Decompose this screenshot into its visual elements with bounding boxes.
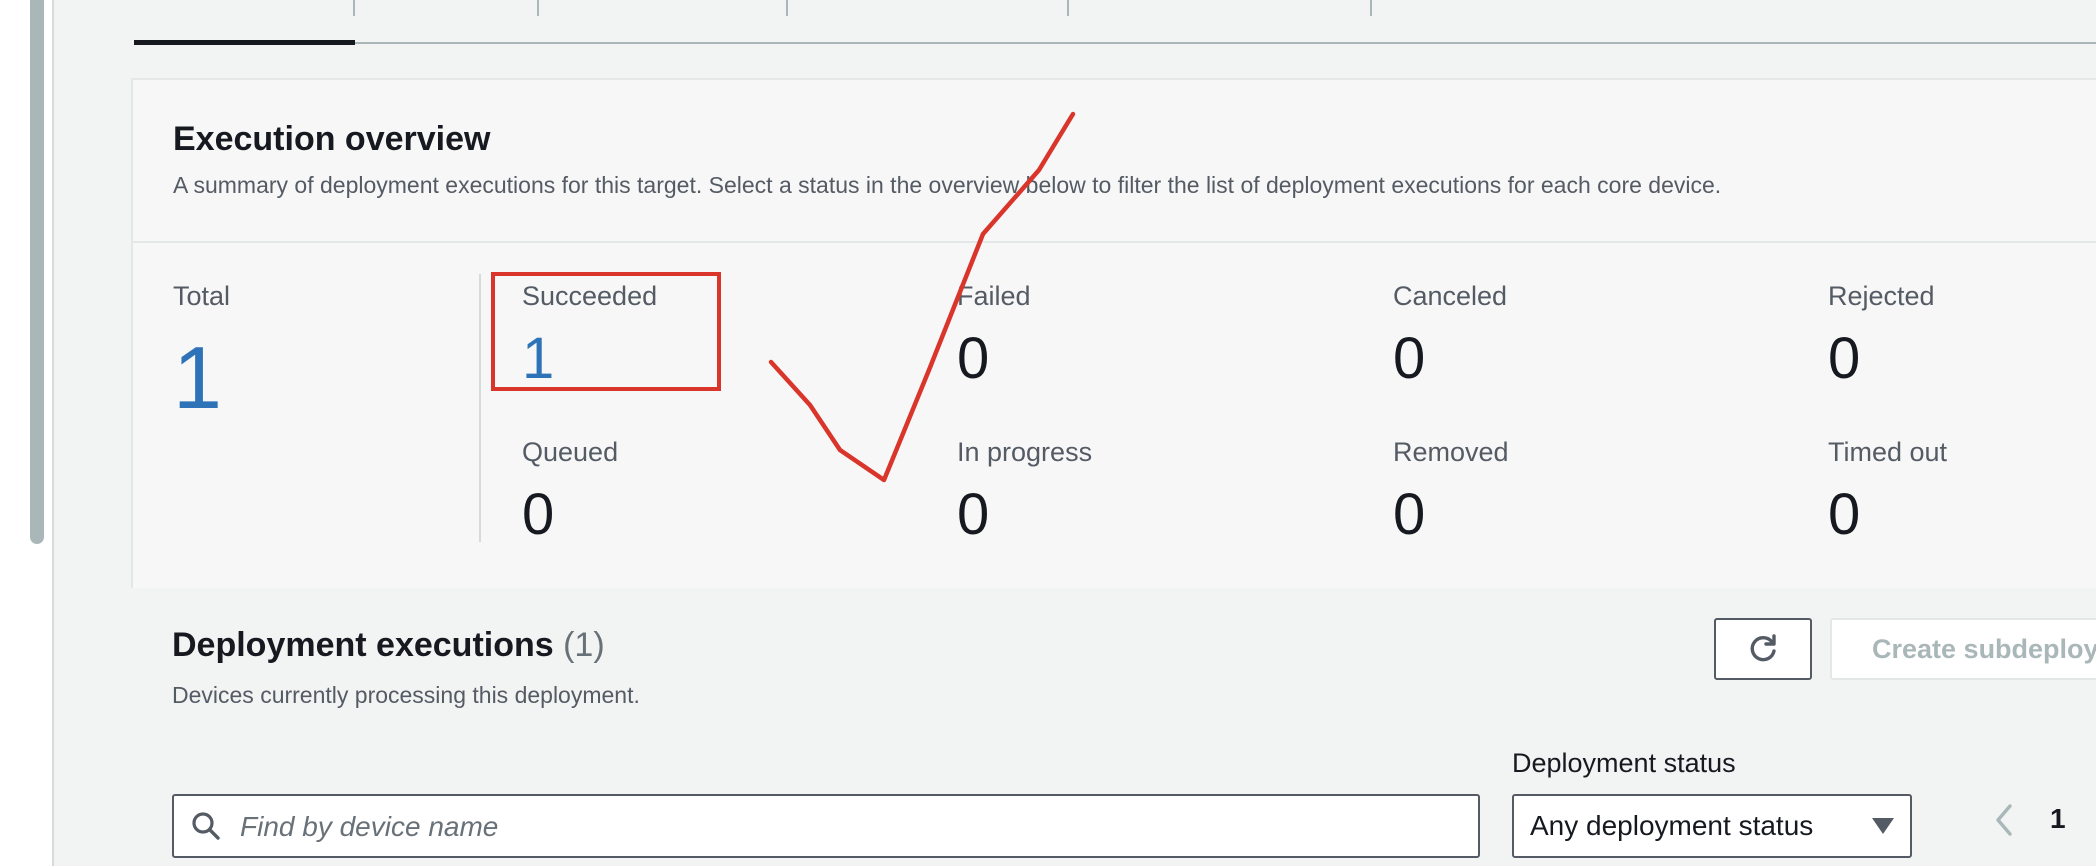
device-search-input[interactable]	[238, 796, 1442, 858]
total-value[interactable]: 1	[173, 334, 222, 422]
refresh-button[interactable]	[1714, 618, 1812, 680]
panel-title: Execution overview	[173, 120, 491, 158]
page-scrollbar[interactable]	[0, 0, 54, 866]
refresh-icon	[1750, 634, 1776, 662]
scrollbar-thumb[interactable]	[30, 0, 44, 544]
removed-label: Removed	[1393, 437, 1509, 467]
active-tab-indicator	[134, 40, 355, 45]
executions-title: Deployment executions	[172, 626, 554, 664]
tab-separator	[786, 0, 788, 16]
queued-count: 0	[522, 482, 555, 547]
canceled-count: 0	[1393, 326, 1426, 391]
timed-out-count: 0	[1828, 482, 1861, 547]
create-subdeployment-button[interactable]: Create subdeploy	[1830, 618, 2096, 680]
tab-separator	[353, 0, 355, 16]
deployment-status-label: Deployment status	[1512, 748, 1736, 778]
failed-count: 0	[957, 326, 990, 391]
succeeded-label: Succeeded	[522, 281, 658, 311]
removed-count: 0	[1393, 482, 1426, 547]
in-progress-label: In progress	[957, 437, 1093, 467]
panel-header: Execution overview A summary of deployme…	[133, 80, 2096, 243]
queued-label: Queued	[522, 437, 619, 467]
rejected-count: 0	[1828, 326, 1861, 391]
device-search-field[interactable]	[172, 794, 1480, 858]
execution-overview-panel: Execution overview A summary of deployme…	[131, 78, 2096, 588]
in-progress-count: 0	[957, 482, 990, 547]
total-label: Total	[173, 281, 231, 311]
panel-description: A summary of deployment executions for t…	[173, 172, 1722, 198]
executions-description: Devices currently processing this deploy…	[172, 682, 640, 708]
stats-divider	[479, 274, 481, 542]
search-icon	[192, 812, 220, 840]
canceled-label: Canceled	[1393, 281, 1508, 311]
caret-down-icon	[1872, 818, 1894, 834]
deployment-status-selected-value: Any deployment status	[1530, 810, 1814, 841]
executions-count: (1)	[563, 626, 605, 664]
tab-bar	[134, 0, 2096, 45]
tab-separator	[537, 0, 539, 16]
tab-separator	[1067, 0, 1069, 16]
pagination-current-page[interactable]: 1	[2050, 803, 2066, 835]
executions-heading: Deployment executions (1)	[172, 626, 605, 665]
succeeded-count-link[interactable]: 1	[522, 330, 554, 388]
rejected-label: Rejected	[1828, 281, 1935, 311]
timed-out-label: Timed out	[1828, 437, 1948, 467]
chevron-left-icon[interactable]	[1990, 800, 2018, 840]
deployment-status-select[interactable]: Any deployment status	[1512, 794, 1912, 858]
tab-separator	[1370, 0, 1372, 16]
failed-label: Failed	[957, 281, 1031, 311]
